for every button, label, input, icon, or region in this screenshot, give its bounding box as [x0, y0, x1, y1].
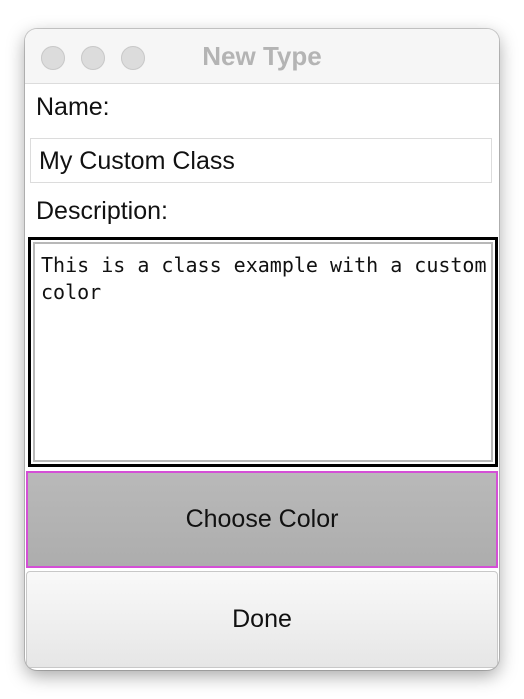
description-field-frame: This is a class example with a custom co… — [28, 237, 498, 467]
description-label: Description: — [36, 197, 168, 225]
done-button[interactable]: Done — [26, 571, 498, 668]
choose-color-button[interactable]: Choose Color — [26, 471, 498, 568]
title-bar[interactable]: New Type — [25, 29, 499, 84]
choose-color-button-label: Choose Color — [185, 505, 339, 533]
name-label: Name: — [36, 93, 110, 121]
new-type-window: New Type Name: My Custom Class Descripti… — [25, 29, 499, 670]
description-textarea[interactable]: This is a class example with a custom co… — [33, 242, 493, 462]
name-input[interactable]: My Custom Class — [30, 138, 492, 183]
done-button-label: Done — [232, 605, 292, 633]
window-title: New Type — [202, 41, 322, 71]
